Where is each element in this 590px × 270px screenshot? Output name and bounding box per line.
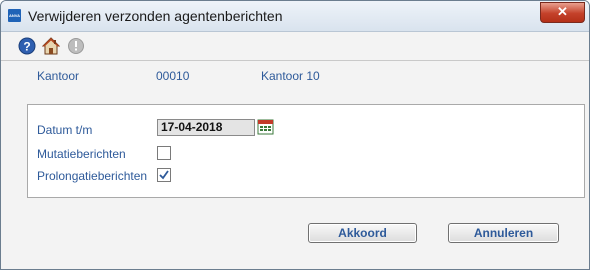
akkoord-button[interactable]: Akkoord	[308, 223, 417, 243]
app-logo-icon: ANVA	[8, 9, 21, 22]
help-icon[interactable]: ?	[18, 37, 36, 55]
dialog-window: ANVA Verwijderen verzonden agentenberich…	[0, 0, 590, 270]
info-icon[interactable]	[67, 37, 85, 55]
date-field[interactable]: 17-04-2018	[157, 119, 255, 136]
window-title: Verwijderen verzonden agentenberichten	[28, 8, 283, 24]
toolbar: ?	[1, 32, 589, 61]
home-icon[interactable]	[41, 37, 61, 55]
close-button[interactable]: ✕	[540, 2, 585, 23]
checkmark-icon	[159, 170, 169, 180]
annuleren-button[interactable]: Annuleren	[448, 223, 559, 243]
form-panel: Datum t/m 17-04-2018 Mutatieberichten Pr…	[27, 104, 585, 198]
office-name: Kantoor 10	[261, 69, 320, 83]
svg-text:?: ?	[23, 40, 30, 54]
date-label: Datum t/m	[37, 123, 93, 137]
prolongatie-checkbox[interactable]	[157, 168, 171, 182]
prolongatie-label: Prolongatieberichten	[37, 169, 148, 183]
office-code: 00010	[156, 69, 190, 83]
mutatie-label: Mutatieberichten	[37, 147, 126, 161]
mutatie-checkbox[interactable]	[157, 146, 171, 160]
title-bar[interactable]: ANVA Verwijderen verzonden agentenberich…	[1, 1, 589, 32]
office-label: Kantoor	[37, 69, 80, 83]
calendar-icon[interactable]	[257, 118, 274, 135]
office-info-row: Kantoor 00010 Kantoor 10	[1, 61, 589, 89]
